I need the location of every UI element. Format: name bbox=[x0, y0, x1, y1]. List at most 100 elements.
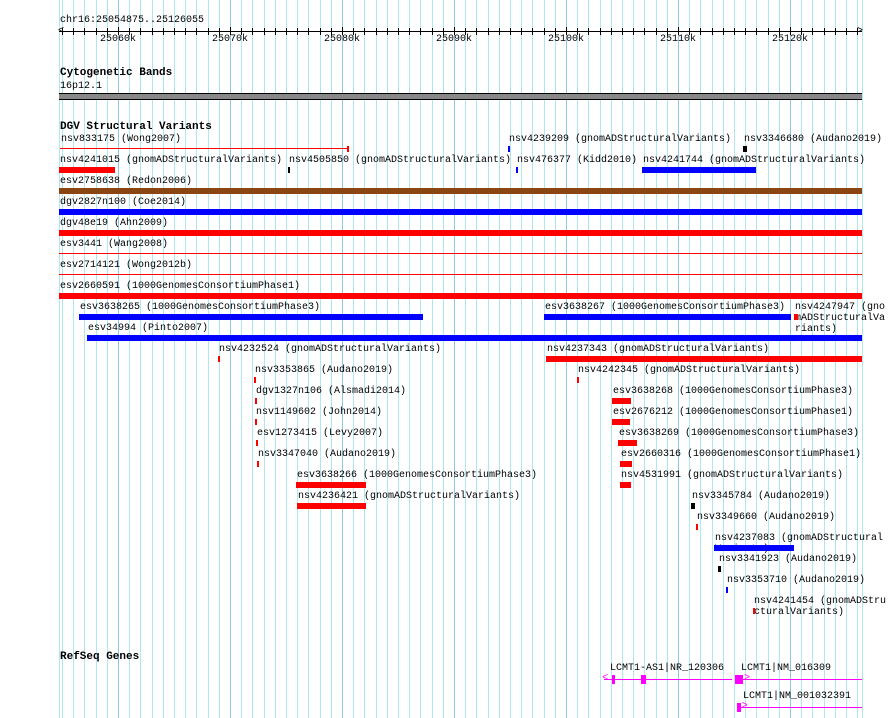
ruler-tick bbox=[174, 28, 175, 35]
grid-line bbox=[320, 0, 321, 718]
variant-label[interactable]: esv2758638 (Redon2006) bbox=[60, 176, 192, 187]
variant-label[interactable]: nsv3353865 (Audano2019) bbox=[255, 365, 393, 376]
gene-exon[interactable] bbox=[735, 675, 743, 684]
ruler-tick-label: 25080k bbox=[324, 34, 361, 45]
variant-bar[interactable] bbox=[507, 146, 510, 152]
variant-bar[interactable] bbox=[794, 314, 798, 320]
variant-bar[interactable] bbox=[691, 503, 695, 509]
gene-label[interactable]: LCMT1|NM_016309 bbox=[741, 663, 831, 674]
variant-label[interactable]: nsv4237343 (gnomADStructuralVariants) bbox=[547, 344, 769, 355]
variant-bar[interactable] bbox=[59, 230, 862, 236]
variant-bar[interactable] bbox=[642, 167, 757, 173]
variant-bar[interactable] bbox=[217, 356, 220, 362]
variant-line[interactable] bbox=[59, 253, 862, 254]
ruler-tick bbox=[768, 28, 769, 35]
variant-line[interactable] bbox=[59, 274, 862, 275]
variant-bar[interactable] bbox=[619, 482, 631, 488]
variant-label[interactable]: nsv3353710 (Audano2019) bbox=[727, 575, 865, 586]
variant-bar[interactable] bbox=[619, 461, 633, 467]
variant-bar[interactable] bbox=[611, 398, 631, 404]
gene-label[interactable]: LCMT1|NM_001032391 bbox=[743, 691, 851, 702]
variant-bar[interactable] bbox=[254, 419, 257, 425]
gene-exon[interactable] bbox=[641, 675, 646, 684]
variant-label[interactable]: esv2714121 (Wong2012b) bbox=[60, 260, 192, 271]
variant-label[interactable]: nsv4241744 (gnomADStructuralVariants) bbox=[643, 155, 865, 166]
variant-label[interactable]: nsv3347040 (Audano2019) bbox=[258, 449, 396, 460]
variant-bar[interactable] bbox=[253, 377, 256, 383]
variant-bar[interactable] bbox=[256, 461, 260, 467]
variant-label[interactable]: esv2660316 (1000GenomesConsortiumPhase1) bbox=[621, 449, 861, 460]
variant-bar[interactable] bbox=[617, 440, 637, 446]
variant-bar[interactable] bbox=[515, 167, 518, 173]
variant-label[interactable]: dgv48e19 (Ahn2009) bbox=[60, 218, 168, 229]
grid-line bbox=[387, 0, 388, 718]
cytoband-bar[interactable] bbox=[59, 93, 862, 100]
variant-label[interactable]: nsv3349660 (Audano2019) bbox=[697, 512, 835, 523]
variant-bar[interactable] bbox=[718, 566, 721, 572]
gene-label[interactable]: LCMT1-AS1|NR_120306 bbox=[610, 663, 724, 674]
variant-label[interactable]: dgv1327n106 (Alsmadi2014) bbox=[256, 386, 406, 397]
variant-label[interactable]: nsv4505850 (gnomADStructuralVariants) bbox=[289, 155, 511, 166]
strand-left-arrow-icon: < bbox=[602, 673, 609, 684]
variant-bar[interactable] bbox=[695, 524, 699, 530]
ruler-tick bbox=[308, 28, 309, 35]
gene-intron-line[interactable] bbox=[735, 679, 862, 680]
variant-line[interactable] bbox=[59, 148, 349, 149]
variant-label[interactable]: nsv4239209 (gnomADStructuralVariants) bbox=[509, 134, 731, 145]
variant-bar[interactable] bbox=[577, 377, 580, 383]
variant-bar[interactable] bbox=[288, 167, 291, 173]
variant-label[interactable]: esv3638266 (1000GenomesConsortiumPhase3) bbox=[297, 470, 537, 481]
variant-bar[interactable] bbox=[59, 209, 862, 215]
variant-label[interactable]: esv3638267 (1000GenomesConsortiumPhase3) bbox=[545, 302, 785, 313]
variant-bar[interactable] bbox=[611, 419, 630, 425]
variant-label[interactable]: nsv4236421 (gnomADStructuralVariants) bbox=[298, 491, 520, 502]
grid-line bbox=[62, 0, 63, 718]
variant-label[interactable]: esv3441 (Wang2008) bbox=[60, 239, 168, 250]
gene-exon[interactable] bbox=[611, 675, 615, 684]
variant-bar[interactable] bbox=[254, 398, 257, 404]
variant-bar[interactable] bbox=[726, 587, 729, 593]
variant-bar[interactable] bbox=[86, 335, 862, 341]
variant-bar[interactable] bbox=[296, 482, 366, 488]
variant-bar[interactable] bbox=[59, 293, 862, 299]
variant-bar[interactable] bbox=[742, 146, 748, 152]
variant-label[interactable]: nsv4241015 (gnomADStructuralVariants) bbox=[60, 155, 282, 166]
grid-line bbox=[488, 0, 489, 718]
gene-intron-line[interactable] bbox=[737, 707, 862, 708]
variant-bar[interactable] bbox=[78, 314, 423, 320]
variant-bar[interactable] bbox=[753, 608, 756, 614]
variant-label[interactable]: nsv833175 (Wong2007) bbox=[61, 134, 181, 145]
variant-label[interactable]: nsv4237083 (gnomADStructuralVariants) bbox=[715, 533, 888, 555]
strand-right-arrow-icon: > bbox=[743, 673, 750, 684]
ruler-tick bbox=[521, 28, 522, 35]
variant-bar[interactable] bbox=[543, 314, 792, 320]
variant-bar[interactable] bbox=[59, 167, 115, 173]
variant-label[interactable]: nsv3346680 (Audano2019) bbox=[744, 134, 882, 145]
variant-label[interactable]: nsv4247947 (gnomADStructuralVariants) bbox=[795, 302, 888, 335]
variant-label[interactable]: esv34994 (Pinto2007) bbox=[88, 323, 208, 334]
variant-label[interactable]: esv3638269 (1000GenomesConsortiumPhase3) bbox=[619, 428, 859, 439]
variant-label[interactable]: esv2676212 (1000GenomesConsortiumPhase1) bbox=[613, 407, 853, 418]
variant-bar[interactable] bbox=[713, 545, 795, 551]
gene-exon[interactable] bbox=[737, 703, 741, 712]
gene-intron-line[interactable] bbox=[604, 679, 732, 680]
variant-label[interactable]: nsv4531991 (gnomADStructuralVariants) bbox=[621, 470, 843, 481]
variant-label[interactable]: nsv4242345 (gnomADStructuralVariants) bbox=[578, 365, 800, 376]
variant-label[interactable]: nsv3345784 (Audano2019) bbox=[692, 491, 830, 502]
variant-label[interactable]: esv2660591 (1000GenomesConsortiumPhase1) bbox=[60, 281, 300, 292]
variant-label[interactable]: esv1273415 (Levy2007) bbox=[257, 428, 383, 439]
variant-bar[interactable] bbox=[545, 356, 862, 362]
grid-line bbox=[353, 0, 354, 718]
variant-label[interactable]: nsv4232524 (gnomADStructuralVariants) bbox=[219, 344, 441, 355]
variant-bar[interactable] bbox=[59, 188, 862, 194]
variant-bar[interactable] bbox=[255, 440, 258, 446]
variant-label[interactable]: nsv1149602 (John2014) bbox=[256, 407, 382, 418]
variant-label[interactable]: nsv3341923 (Audano2019) bbox=[719, 554, 857, 565]
variant-label[interactable]: esv3638268 (1000GenomesConsortiumPhase3) bbox=[613, 386, 853, 397]
variant-label[interactable]: nsv4241454 (gnomADStructuralVariants) bbox=[754, 596, 888, 618]
variant-label[interactable]: esv3638265 (1000GenomesConsortiumPhase3) bbox=[80, 302, 320, 313]
variant-label[interactable]: nsv476377 (Kidd2010) bbox=[517, 155, 637, 166]
variant-bar[interactable] bbox=[297, 503, 366, 509]
variant-label[interactable]: dgv2827n100 (Coe2014) bbox=[60, 197, 186, 208]
ruler-tick bbox=[62, 28, 63, 35]
